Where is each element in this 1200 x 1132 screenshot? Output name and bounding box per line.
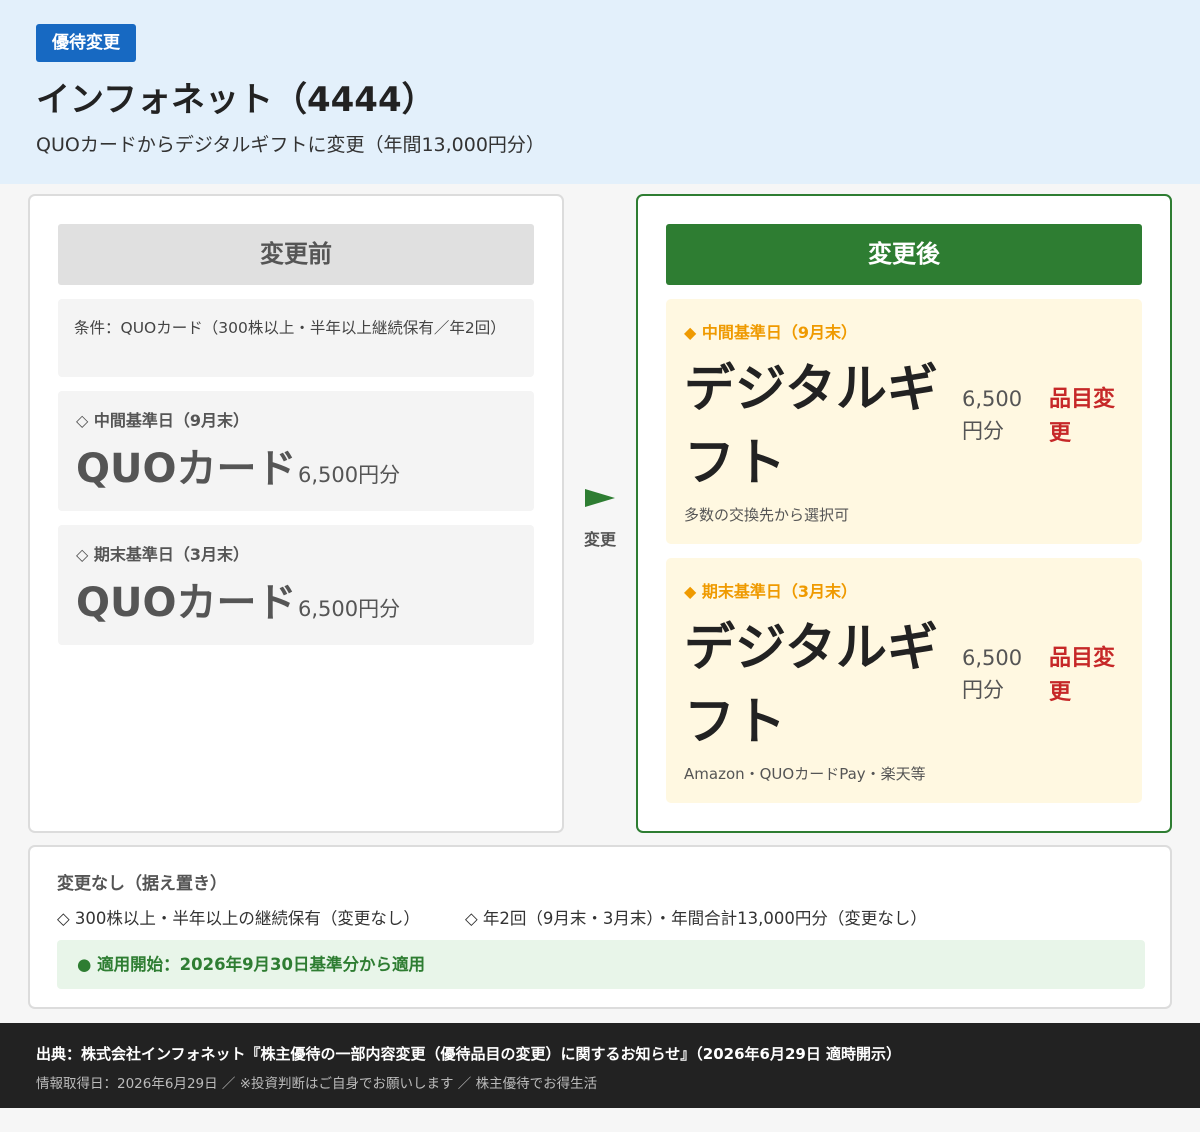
page-title: インフォネット（4444） xyxy=(36,80,436,120)
after-item-yearend: ◆ 期末基準日（3月末） デジタルギフト 6,500円分 品目変更 Amazon… xyxy=(666,558,1142,803)
before-heading: 変更前 xyxy=(58,224,534,285)
after-item-label: ◆ 中間基準日（9月末） xyxy=(684,323,858,342)
no-change-item: ◇ 年2回（9月末・3月末）・年間合計13,000円分（変更なし） xyxy=(465,909,927,928)
footer-meta: 情報取得日：2026年6月29日 ／ ※投資判断はご自身でお願いします ／ 株主… xyxy=(36,1076,598,1092)
after-item-tag: 品目変更 xyxy=(1049,387,1116,446)
after-item-interim: ◆ 中間基準日（9月末） デジタルギフト 6,500円分 品目変更 多数の交換先… xyxy=(666,299,1142,544)
after-heading: 変更後 xyxy=(666,224,1142,285)
before-item-name: QUOカード xyxy=(76,446,297,492)
before-panel: 変更前 条件：QUOカード（300株以上・半年以上継続保有／年2回） ◇ 中間基… xyxy=(28,194,564,833)
after-item-note: Amazon・QUOカードPay・楽天等 xyxy=(684,765,926,783)
after-item-tag: 品目変更 xyxy=(1049,646,1116,705)
no-change-heading: 変更なし（据え置き） xyxy=(57,874,227,894)
change-badge: 優待変更 xyxy=(36,24,136,62)
after-item-name: デジタルギフト xyxy=(684,619,938,752)
before-item-label: ◇ 期末基準日（3月末） xyxy=(76,545,250,564)
before-item-amount: 6,500円分 xyxy=(298,463,401,487)
footer: 出典：株式会社インフォネット『株主優待の一部内容変更（優待品目の変更）に関するお… xyxy=(0,1023,1200,1108)
after-panel: 変更後 ◆ 中間基準日（9月末） デジタルギフト 6,500円分 品目変更 多数… xyxy=(636,194,1172,833)
page-subtitle: QUOカードからデジタルギフトに変更（年間13,000円分） xyxy=(36,134,545,156)
footer-source: 出典：株式会社インフォネット『株主優待の一部内容変更（優待品目の変更）に関するお… xyxy=(36,1045,902,1063)
after-item-note: 多数の交換先から選択可 xyxy=(684,506,850,524)
arrow-label: 変更 xyxy=(584,530,617,549)
before-condition: 条件：QUOカード（300株以上・半年以上継続保有／年2回） xyxy=(58,299,534,377)
arrow-right-icon xyxy=(585,489,615,507)
before-item-name: QUOカード xyxy=(76,580,297,626)
no-change-panel: 変更なし（据え置き） ◇ 300株以上・半年以上の継続保有（変更なし） ◇ 年2… xyxy=(28,845,1172,1009)
after-item-label: ◆ 期末基準日（3月末） xyxy=(684,582,858,601)
before-item-interim: ◇ 中間基準日（9月末） QUOカード 6,500円分 xyxy=(58,391,534,511)
header: 優待変更 インフォネット（4444） QUOカードからデジタルギフトに変更（年間… xyxy=(0,0,1200,184)
apply-start-banner: ● 適用開始：2026年9月30日基準分から適用 xyxy=(57,940,1145,989)
before-item-label: ◇ 中間基準日（9月末） xyxy=(76,411,250,430)
after-item-name: デジタルギフト xyxy=(684,360,938,493)
after-item-amount: 6,500円分 xyxy=(962,387,1023,443)
after-item-amount: 6,500円分 xyxy=(962,646,1023,702)
no-change-item: ◇ 300株以上・半年以上の継続保有（変更なし） xyxy=(57,909,420,928)
before-item-amount: 6,500円分 xyxy=(298,597,401,621)
before-item-yearend: ◇ 期末基準日（3月末） QUOカード 6,500円分 xyxy=(58,525,534,645)
